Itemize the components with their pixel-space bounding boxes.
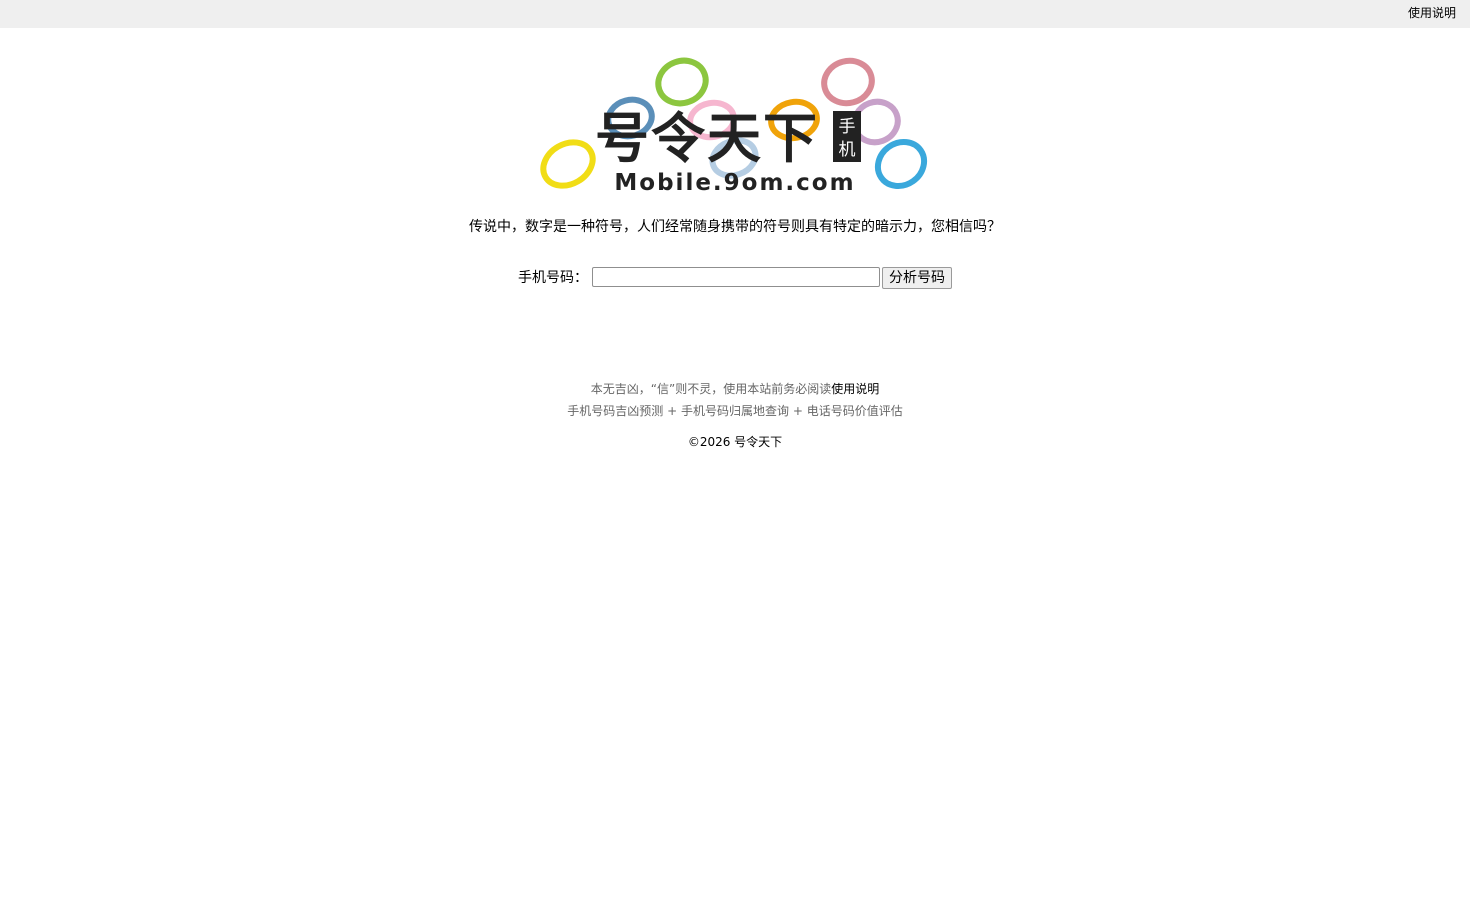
footer-link-location[interactable]: 手机号码归属地查询 [681,404,789,418]
top-bar: 使用说明 [0,0,1470,28]
disclaimer-help-link[interactable]: 使用说明 [831,382,879,396]
logo-title: 号令天下 [595,107,819,170]
analyze-number-button[interactable]: 分析号码 [882,267,952,289]
tagline: 传说中，数字是一种符号，人们经常随身携带的符号则具有特定的暗示力，您相信吗？ [469,219,1001,235]
disclaimer-text: 本无吉凶，“信”则不灵，使用本站前务必阅读 [590,382,832,396]
site-logo[interactable]: 号令天下 手 机 Mobile.9om.com [538,54,932,200]
copyright: ©2026 号令天下 [687,435,783,449]
footer-separator: + [663,404,681,418]
logo-domain: Mobile.9om.com [614,170,855,196]
footer-links: 手机号码吉凶预测 + 手机号码归属地查询 + 电话号码价值评估 [0,404,1470,419]
footer-link-fortune[interactable]: 手机号码吉凶预测 [567,404,663,418]
logo-ring-yellow [540,139,596,189]
logo-badge-bottom: 机 [839,140,856,160]
logo-ring-green [655,57,709,107]
footer-separator: + [789,404,807,418]
help-link[interactable]: 使用说明 [1408,6,1456,20]
footer-link-value[interactable]: 电话号码价值评估 [807,404,903,418]
phone-number-input[interactable] [592,267,880,287]
phone-form: 手机号码： 分析号码 [0,267,1470,291]
phone-number-label: 手机号码： [518,270,588,286]
logo-badge-top: 手 [839,117,856,137]
disclaimer: 本无吉凶，“信”则不灵，使用本站前务必阅读使用说明 [0,382,1470,397]
